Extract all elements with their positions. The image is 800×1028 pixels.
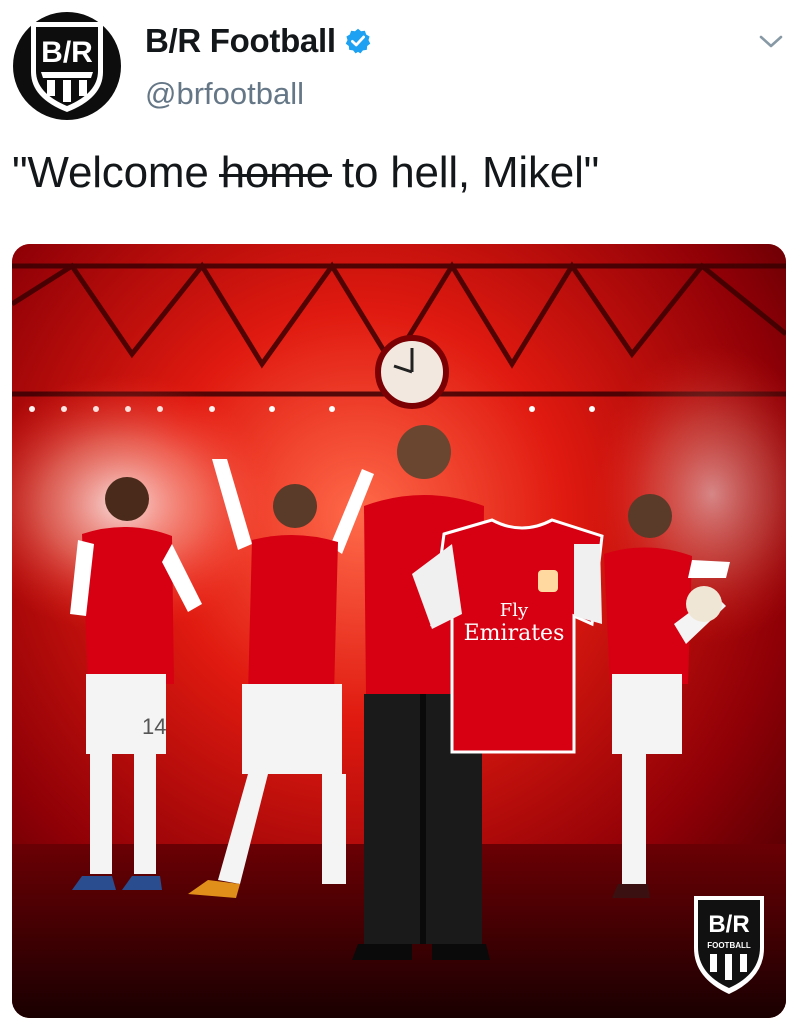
account-name-row[interactable]: B/R Football — [145, 22, 372, 60]
stadium-clock — [375, 335, 449, 409]
tweet-text-part-2: to hell, Mikel" — [329, 148, 600, 197]
verified-badge-icon — [345, 28, 370, 54]
svg-text:14: 14 — [142, 714, 166, 739]
tweet-media-image[interactable]: 14 Fly Emirates B/R FOOTBALL — [12, 244, 786, 1018]
display-name[interactable]: B/R Football — [145, 22, 336, 60]
struck-word: home — [218, 148, 332, 198]
watermark-top-text: B/R — [708, 911, 749, 938]
br-shield-logo: B/R — [31, 22, 103, 112]
stadium-artwork: 14 Fly Emirates B/R FOOTBALL — [12, 244, 786, 1018]
avatar-label: B/R — [41, 36, 93, 69]
watermark-bottom-text: FOOTBALL — [707, 941, 751, 950]
account-handle[interactable]: @brfootball — [145, 76, 304, 112]
chevron-down-icon[interactable] — [756, 30, 786, 52]
tweet-text-part-1: "Welcome — [12, 148, 221, 197]
jersey-sponsor-line1: Fly — [500, 600, 529, 621]
jersey-sponsor-line2: Emirates — [464, 621, 565, 646]
struck-word-text: home — [220, 148, 330, 197]
strikethrough-line — [218, 174, 332, 177]
avatar[interactable]: B/R — [13, 12, 121, 120]
tweet-text: "Welcome home to hell, Mikel" — [12, 148, 599, 198]
